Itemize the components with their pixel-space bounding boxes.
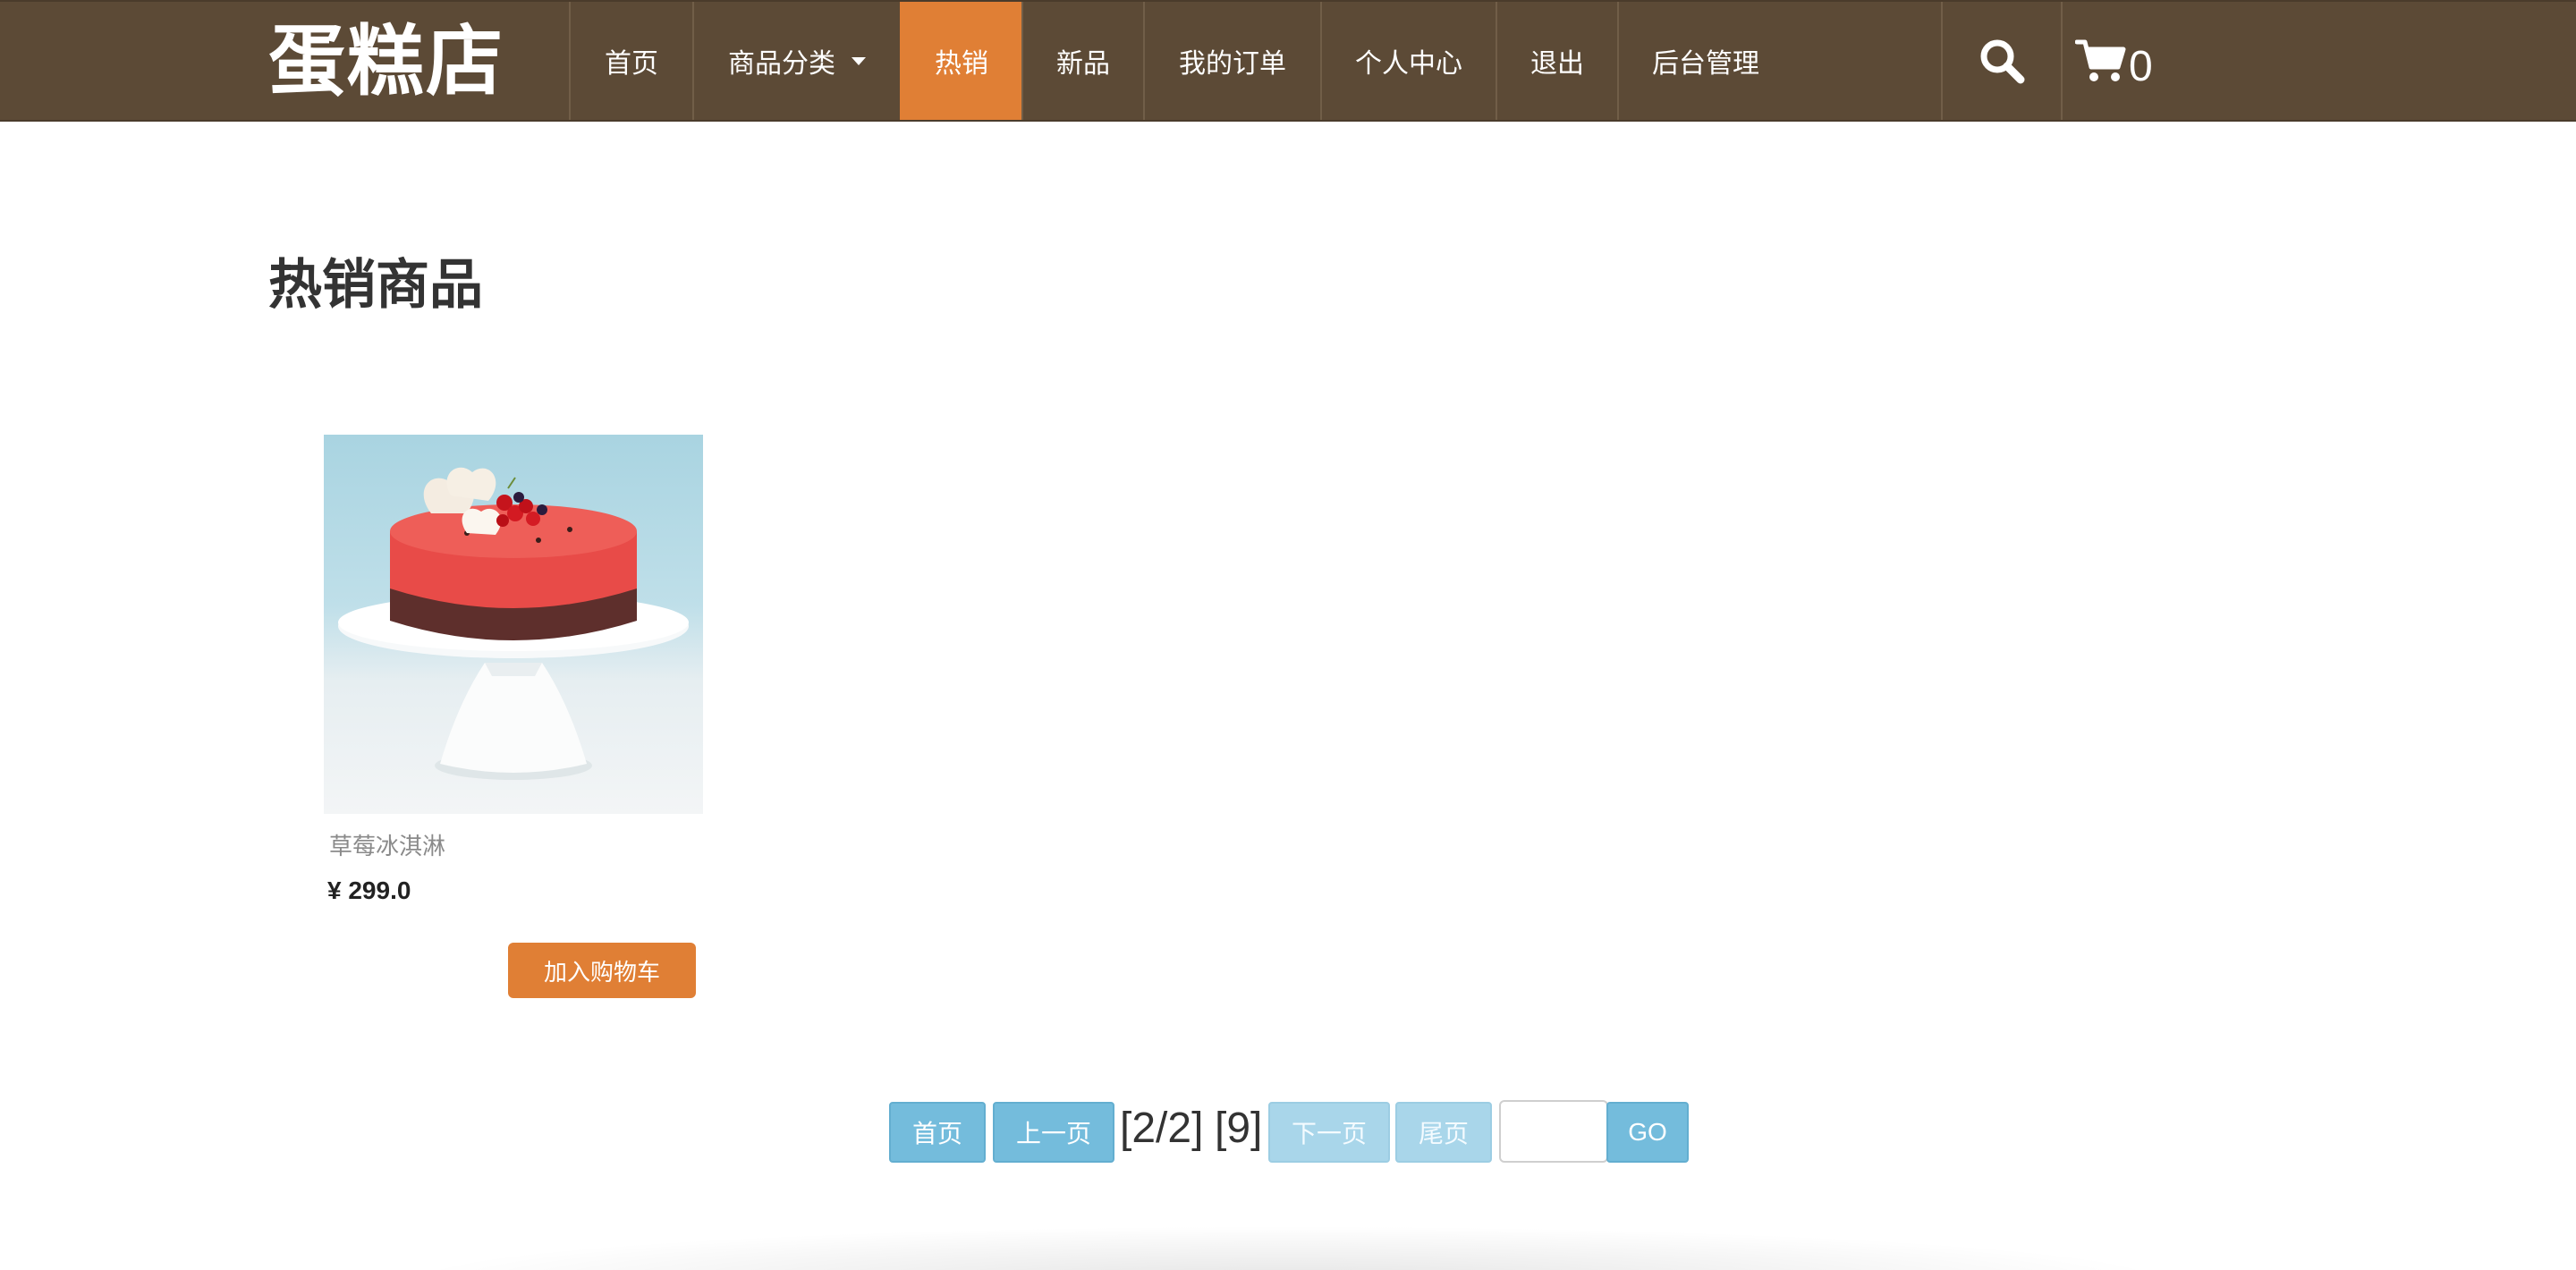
page-indicator: [2/2] xyxy=(1120,1105,1204,1152)
go-button[interactable]: GO xyxy=(1606,1102,1689,1163)
next-page-button[interactable]: 下一页 xyxy=(1268,1102,1390,1163)
nav-home[interactable]: 首页 xyxy=(569,2,692,120)
nav-profile[interactable]: 个人中心 xyxy=(1320,2,1496,120)
top-navbar: 蛋糕店 首页 商品分类 热销 新品 我的订单 个人中心 退出 后台管理 0 xyxy=(0,0,2576,122)
nav-home-label: 首页 xyxy=(605,49,658,79)
site-logo[interactable]: 蛋糕店 xyxy=(268,13,504,111)
product-card: 草莓冰淇淋 ¥ 299.0 加入购物车 xyxy=(324,435,703,1007)
page-title: 热销商品 xyxy=(268,255,483,315)
prev-page-button[interactable]: 上一页 xyxy=(993,1102,1114,1163)
search-icon xyxy=(1980,39,2025,84)
add-to-cart-button[interactable]: 加入购物车 xyxy=(508,943,696,998)
product-name[interactable]: 草莓冰淇淋 xyxy=(329,828,445,861)
cart-icon xyxy=(2075,39,2126,81)
chevron-down-icon xyxy=(852,56,866,65)
nav-logout-label: 退出 xyxy=(1530,49,1584,79)
product-price: ¥ 299.0 xyxy=(327,876,411,904)
nav-profile-label: 个人中心 xyxy=(1355,49,1462,79)
nav-hot-label: 热销 xyxy=(935,49,988,79)
last-page-button[interactable]: 尾页 xyxy=(1395,1102,1492,1163)
page-jump-input[interactable] xyxy=(1499,1100,1608,1163)
nav-new-label: 新品 xyxy=(1056,49,1110,79)
main-nav: 首页 商品分类 热销 新品 我的订单 个人中心 退出 后台管理 xyxy=(569,2,1792,120)
footer-shadow xyxy=(420,1227,2156,1270)
product-image[interactable] xyxy=(324,435,703,814)
nav-categories-label: 商品分类 xyxy=(728,49,835,79)
nav-my-orders[interactable]: 我的订单 xyxy=(1143,2,1320,120)
nav-logout[interactable]: 退出 xyxy=(1496,2,1617,120)
cart-button[interactable]: 0 xyxy=(2075,2,2191,120)
page-total: [9] xyxy=(1215,1105,1263,1152)
cake-illustration xyxy=(338,467,689,780)
nav-admin[interactable]: 后台管理 xyxy=(1617,2,1792,120)
search-button[interactable] xyxy=(1941,2,2063,120)
nav-my-orders-label: 我的订单 xyxy=(1179,49,1286,79)
nav-admin-label: 后台管理 xyxy=(1652,49,1759,79)
first-page-button[interactable]: 首页 xyxy=(889,1102,986,1163)
nav-hot[interactable]: 热销 xyxy=(900,2,1021,120)
nav-categories[interactable]: 商品分类 xyxy=(692,2,900,120)
nav-new[interactable]: 新品 xyxy=(1021,2,1143,120)
cart-count: 0 xyxy=(2129,43,2153,90)
